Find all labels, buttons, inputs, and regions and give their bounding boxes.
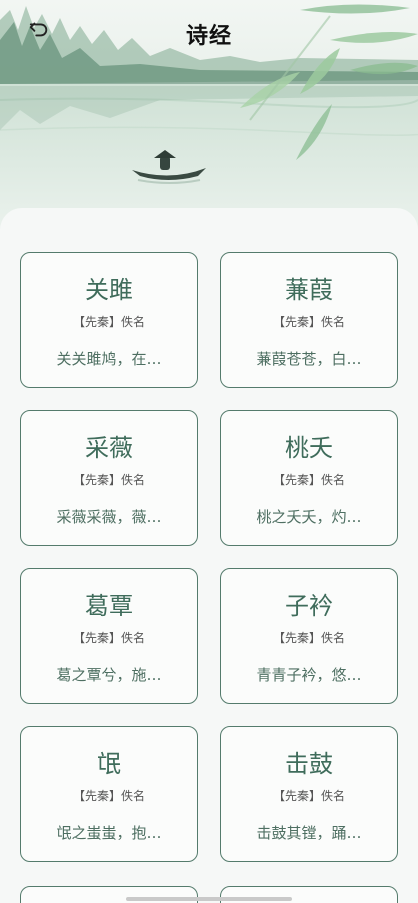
poem-grid: 关雎 【先秦】佚名 关关雎鸠，在… 蒹葭 【先秦】佚名 蒹葭苍苍，白… 采薇 【…: [20, 252, 398, 862]
poem-author: 【先秦】佚名: [72, 789, 145, 804]
poem-snippet: 击鼓其镗，踊…: [256, 824, 362, 843]
poem-snippet: 蒹葭苍苍，白…: [256, 350, 362, 369]
poem-title: 击鼓: [285, 750, 333, 778]
home-indicator[interactable]: [126, 897, 292, 901]
poem-title: 蒹葭: [285, 276, 333, 304]
poem-author: 【先秦】佚名: [272, 789, 345, 804]
poem-card[interactable]: 葛覃 【先秦】佚名 葛之覃兮，施…: [20, 568, 198, 704]
poem-title: 关雎: [85, 276, 133, 304]
poem-title: 采薇: [85, 434, 133, 462]
screen: 诗经 关雎 【先秦】佚名 关关雎鸠，在… 蒹葭 【先秦】佚名 蒹葭苍苍，白… 采…: [0, 0, 418, 903]
poem-author: 【先秦】佚名: [272, 473, 345, 488]
poem-list-panel: 关雎 【先秦】佚名 关关雎鸠，在… 蒹葭 【先秦】佚名 蒹葭苍苍，白… 采薇 【…: [0, 208, 418, 903]
poem-card[interactable]: 采薇 【先秦】佚名 采薇采薇，薇…: [20, 410, 198, 546]
poem-snippet: 桃之夭夭，灼…: [256, 508, 362, 527]
poem-snippet: 氓之蚩蚩，抱…: [56, 824, 162, 843]
poem-title: 葛覃: [85, 592, 133, 620]
poem-snippet: 青青子衿，悠…: [256, 666, 362, 685]
poem-title: 桃夭: [285, 434, 333, 462]
poem-author: 【先秦】佚名: [72, 473, 145, 488]
poem-snippet: 采薇采薇，薇…: [56, 508, 162, 527]
poem-card[interactable]: 蒹葭 【先秦】佚名 蒹葭苍苍，白…: [220, 252, 398, 388]
poem-card[interactable]: 关雎 【先秦】佚名 关关雎鸠，在…: [20, 252, 198, 388]
poem-title: 氓: [97, 750, 121, 778]
poem-title: 子衿: [285, 592, 333, 620]
poem-author: 【先秦】佚名: [272, 315, 345, 330]
poem-author: 【先秦】佚名: [72, 315, 145, 330]
poem-card[interactable]: 桃夭 【先秦】佚名 桃之夭夭，灼…: [220, 410, 398, 546]
poem-card[interactable]: 击鼓 【先秦】佚名 击鼓其镗，踊…: [220, 726, 398, 862]
poem-author: 【先秦】佚名: [72, 631, 145, 646]
poem-card[interactable]: 氓 【先秦】佚名 氓之蚩蚩，抱…: [20, 726, 198, 862]
poem-snippet: 关关雎鸠，在…: [56, 350, 162, 369]
poem-card[interactable]: 子衿 【先秦】佚名 青青子衿，悠…: [220, 568, 398, 704]
poem-snippet: 葛之覃兮，施…: [56, 666, 162, 685]
page-title: 诗经: [185, 24, 232, 49]
poem-author: 【先秦】佚名: [272, 631, 345, 646]
